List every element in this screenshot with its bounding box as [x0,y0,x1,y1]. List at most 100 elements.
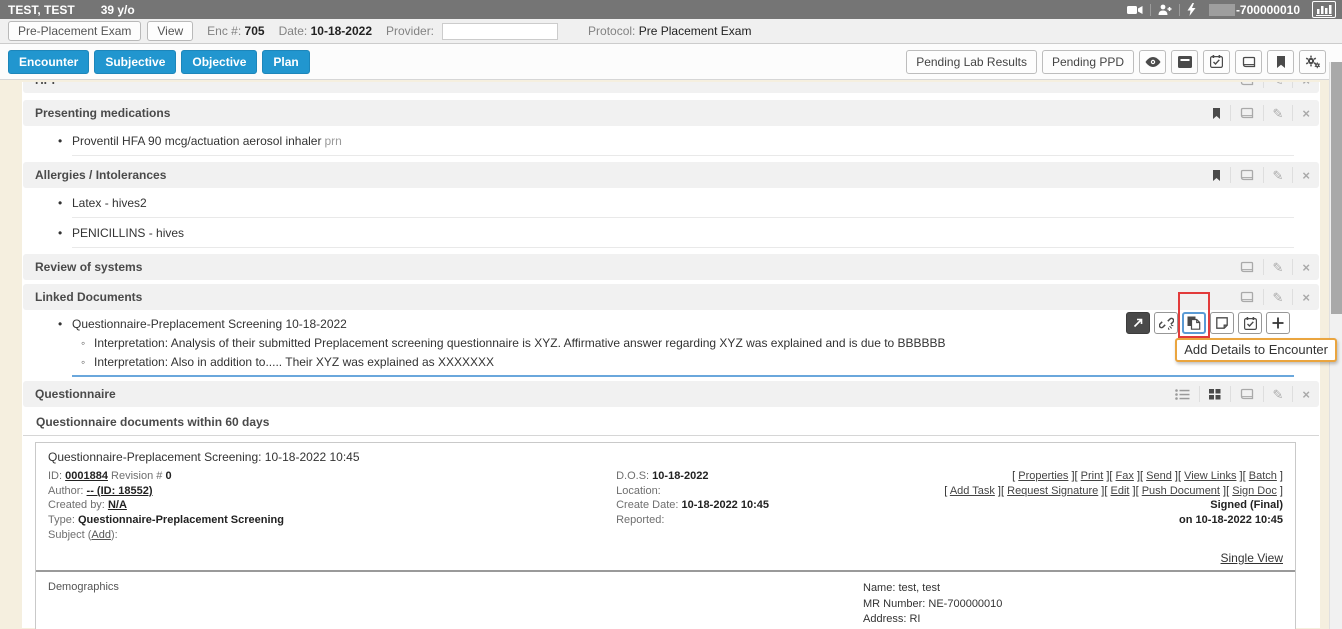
enc-number: 705 [245,24,265,38]
subject-add-link[interactable]: Add [91,529,111,541]
encounter-toolbar: Encounter Subjective Objective Plan Pend… [0,44,1342,80]
close-icon[interactable]: × [1292,259,1319,275]
grid-view-icon[interactable] [1199,386,1230,402]
created-by-link[interactable]: N/A [108,499,127,511]
close-icon[interactable]: × [1292,386,1319,402]
encounter-tabs: Encounter Subjective Objective Plan [8,50,310,74]
patient-age: 39 y/o [101,3,135,17]
view-button[interactable]: View [147,21,193,41]
linked-doc-action-toolbar: Add Details to Encounter [1126,312,1290,334]
section-questionnaire: Questionnaire ✎ × Questionnaire document… [22,381,1320,629]
close-icon[interactable]: × [1292,167,1319,183]
demographics-values: Name: test, testMR Number: NE-700000010A… [863,581,1283,629]
eye-icon [1145,57,1161,67]
interpretation-item: Interpretation: Analysis of their submit… [94,333,1294,352]
add-note-button[interactable] [1210,312,1234,334]
author-link[interactable]: -- (ID: 18552) [87,485,153,497]
gears-icon [1305,55,1321,69]
section-header-ros[interactable]: Review of systems ✎ × [23,254,1319,280]
open-document-button[interactable] [1126,312,1150,334]
close-icon[interactable]: × [1292,289,1319,305]
bookmark-icon[interactable] [1203,105,1230,121]
medication-item[interactable]: Proventil HFA 90 mcg/actuation aerosol i… [72,126,1294,156]
nav-tab[interactable]: Subjective [94,50,176,74]
merge-icon[interactable] [1231,289,1263,305]
pending-ppd-button[interactable]: Pending PPD [1042,50,1134,74]
linked-document-item[interactable]: Questionnaire-Preplacement Screening 10-… [72,310,1294,333]
add-details-to-encounter-button[interactable] [1182,312,1206,334]
document-actions-row2: [ Add Task ][ Request Signature ][ Edit … [863,484,1283,499]
section-hpi-clipped: HPI ✎ × [22,82,1320,94]
bar-chart-icon [1315,3,1333,16]
inbox-button[interactable] [1171,50,1198,74]
section-header-hpi[interactable]: HPI ✎ × [23,82,1319,93]
close-icon[interactable]: × [1292,82,1319,88]
allergy-item[interactable]: PENICILLINS - hives [72,218,1294,248]
list-view-icon[interactable] [1166,386,1199,402]
scrollbar-thumb[interactable] [1331,62,1342,314]
demographic-field: Name: test, test [863,581,1283,597]
section-linked-documents: Linked Documents ✎ × Questionnaire-Prepl… [22,284,1320,377]
edit-pencil-icon[interactable]: ✎ [1263,167,1293,183]
edit-pencil-icon[interactable]: ✎ [1263,289,1293,305]
video-camera-icon[interactable] [1120,5,1150,15]
add-linked-document-button[interactable] [1266,312,1290,334]
enc-label: Enc #: [207,24,241,38]
document-action-link[interactable]: Add Task [950,485,995,497]
section-medications: Presenting medications ✎ × Proventil HFA… [22,100,1320,156]
merge-icon[interactable] [1230,105,1263,121]
pending-lab-results-button[interactable]: Pending Lab Results [906,50,1037,74]
single-view-link[interactable]: Single View [1221,551,1283,565]
edit-pencil-icon[interactable]: ✎ [1263,105,1293,121]
close-icon[interactable]: × [1292,105,1319,121]
edit-pencil-icon[interactable]: ✎ [1263,386,1293,402]
calendar-button[interactable] [1203,50,1230,74]
bookmark-icon[interactable] [1203,167,1230,183]
document-action-link[interactable]: Request Signature [1007,485,1098,497]
inbox-icon [1178,56,1192,68]
merge-icon[interactable] [1231,259,1263,275]
document-action-link[interactable]: Push Document [1142,485,1220,497]
document-action-link[interactable]: Print [1081,470,1104,482]
section-title: Linked Documents [35,290,142,304]
document-action-link[interactable]: Batch [1249,470,1277,482]
document-action-link[interactable]: Properties [1018,470,1068,482]
provider-input[interactable] [442,23,558,40]
add-patient-icon[interactable] [1151,4,1179,15]
unlink-document-button[interactable] [1154,312,1178,334]
demographics-label: Demographics [48,581,863,629]
lightning-icon[interactable] [1180,3,1203,16]
document-action-link[interactable]: Edit [1111,485,1130,497]
schedule-button[interactable] [1238,312,1262,334]
merge-icon[interactable] [1231,82,1263,88]
merge-icon[interactable] [1230,167,1263,183]
section-header-medications[interactable]: Presenting medications ✎ × [23,100,1319,126]
preview-eye-button[interactable] [1139,50,1166,74]
nav-tab[interactable]: Plan [262,50,309,74]
document-id-link[interactable]: 0001884 [65,470,108,482]
section-header-questionnaire[interactable]: Questionnaire ✎ × [23,381,1319,407]
journal-button[interactable] [1235,50,1262,74]
book-icon [1242,56,1256,68]
document-action-link[interactable]: Sign Doc [1232,485,1277,497]
edit-pencil-icon[interactable]: ✎ [1263,82,1293,88]
nav-tab[interactable]: Objective [181,50,257,74]
growth-chart-button[interactable] [1312,1,1336,18]
edit-pencil-icon[interactable]: ✎ [1263,259,1293,275]
section-header-allergies[interactable]: Allergies / Intolerances ✎ × [23,162,1319,188]
nav-tab[interactable]: Encounter [8,50,89,74]
signed-status: Signed (Final) [863,498,1283,513]
allergy-item[interactable]: Latex - hives2 [72,188,1294,218]
section-header-linked-documents[interactable]: Linked Documents ✎ × [23,284,1319,310]
merge-icon[interactable] [1230,386,1263,402]
section-ros: Review of systems ✎ × [22,254,1320,280]
document-action-link[interactable]: Fax [1116,470,1134,482]
settings-button[interactable] [1299,50,1326,74]
bookmark-button[interactable] [1267,50,1294,74]
encounter-info-bar: Pre-Placement Exam View Enc #: 705 Date:… [0,19,1342,44]
document-meta-middle: D.O.S: 10-18-2022 Location: Create Date:… [616,469,863,542]
document-action-link[interactable]: Send [1146,470,1172,482]
broken-link-icon [1159,316,1174,330]
document-action-link[interactable]: View Links [1184,470,1236,482]
exam-type-button[interactable]: Pre-Placement Exam [8,21,141,41]
